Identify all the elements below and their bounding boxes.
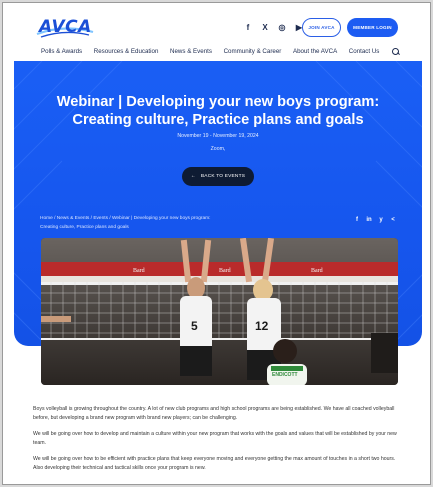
facebook-icon[interactable]: f	[354, 217, 360, 223]
x-icon[interactable]: X	[260, 22, 270, 32]
event-title: Webinar | Developing your new boys progr…	[56, 94, 380, 128]
arrow-left-icon: ←	[190, 174, 196, 179]
event-description: Boys volleyball is growing throughout th…	[33, 405, 405, 481]
logo-text: AVCA	[39, 17, 92, 37]
event-location: Zoom,	[210, 146, 226, 152]
banner-text-right: Bard	[311, 268, 323, 274]
description-paragraph: We will be going over how to be efficien…	[33, 456, 396, 471]
join-avca-button[interactable]: JOIN AVCA	[302, 18, 341, 37]
banner-text-middle: Bard	[219, 268, 231, 274]
share-links: f in y <	[354, 217, 396, 223]
instagram-icon[interactable]: ◎	[277, 22, 287, 32]
facebook-icon[interactable]: f	[243, 22, 253, 32]
avca-logo[interactable]: AVCA	[35, 16, 97, 40]
banner-text-left: Bard	[133, 268, 145, 274]
nav-item-news-events[interactable]: News & Events	[170, 48, 212, 55]
nav-item-community-career[interactable]: Community & Career	[224, 48, 282, 55]
main-nav: Polls & Awards Resources & Education New…	[41, 47, 400, 56]
browser-page: AVCA f X ◎ ▶ JOIN AVCA MEMBER LOGIN Poll…	[2, 2, 431, 485]
linkedin-icon[interactable]: in	[366, 217, 372, 223]
social-links: f X ◎ ▶	[243, 22, 304, 32]
nav-item-about-avca[interactable]: About the AVCA	[293, 48, 337, 55]
share-icon[interactable]: <	[390, 217, 396, 223]
event-dates: November 19 - November 19, 2024	[177, 133, 259, 139]
description-paragraph: We will be going over how to develop and…	[33, 431, 397, 446]
search-icon[interactable]	[391, 47, 400, 56]
description-paragraph: Boys volleyball is growing throughout th…	[33, 406, 395, 421]
member-login-button[interactable]: MEMBER LOGIN	[347, 18, 398, 37]
opponent-jersey-text: ENDICOTT	[272, 372, 298, 378]
back-button-label: BACK TO EVENTS	[200, 174, 246, 179]
twitter-icon[interactable]: y	[378, 217, 384, 223]
volleyball-photo-illustration: Bard Bard Bard 5 12 ENDICOTT	[41, 238, 398, 385]
back-to-events-button[interactable]: ← BACK TO EVENTS	[182, 167, 254, 186]
jersey-number-left: 5	[191, 319, 198, 333]
event-photo: Bard Bard Bard 5 12 ENDICOTT	[41, 238, 398, 385]
breadcrumb[interactable]: Home / News & Events / Events / Webinar …	[40, 214, 220, 232]
nav-item-resources-education[interactable]: Resources & Education	[94, 48, 159, 55]
jersey-number-right: 12	[255, 319, 269, 333]
nav-item-contact-us[interactable]: Contact Us	[349, 48, 380, 55]
nav-item-polls-awards[interactable]: Polls & Awards	[41, 48, 82, 55]
site-header: AVCA f X ◎ ▶ JOIN AVCA MEMBER LOGIN Poll…	[3, 3, 430, 61]
